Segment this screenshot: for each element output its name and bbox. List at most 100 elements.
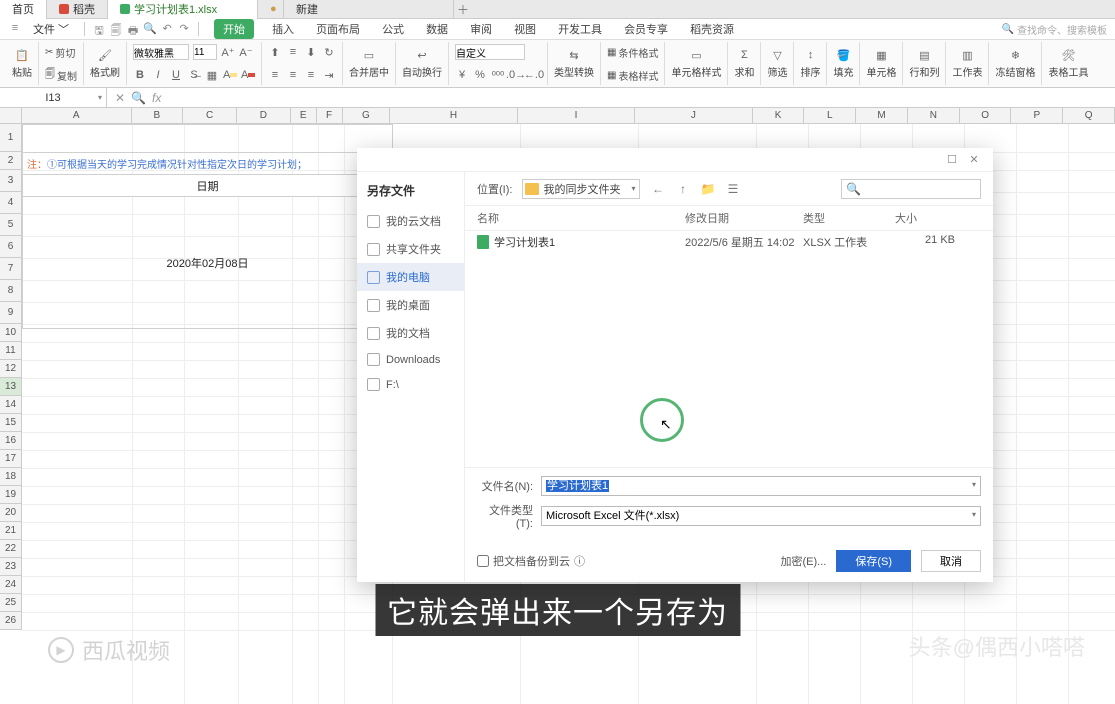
wrap-button[interactable]: ↩自动换行 [402,42,442,85]
fill-button[interactable]: 🪣填充 [833,42,853,85]
encrypt-link[interactable]: 加密(E)... [780,553,826,569]
row-header-26[interactable]: 26 [0,612,21,630]
tab-home[interactable]: 首页 [0,0,47,19]
dec-inc-icon[interactable]: .0→ [509,68,523,82]
merge-button[interactable]: ▭合并居中 [349,42,389,85]
number-format-select[interactable] [455,44,525,60]
col-header-I[interactable]: I [518,108,635,123]
filename-input[interactable]: 学习计划表1▾ [541,476,981,496]
ribbon-tab-dev[interactable]: 开发工具 [554,19,606,39]
ribbon-tab-view[interactable]: 视图 [510,19,540,39]
row-header-10[interactable]: 10 [0,324,21,342]
col-header-J[interactable]: J [635,108,752,123]
row-header-15[interactable]: 15 [0,414,21,432]
row-header-6[interactable]: 6 [0,236,21,258]
bold-button[interactable]: B [133,68,147,82]
ribbon-tab-data[interactable]: 数据 [422,19,452,39]
save-icon[interactable]: 🖫 [92,22,106,36]
ribbon-tab-resource[interactable]: 稻壳资源 [686,19,738,39]
rowcol-button[interactable]: ▤行和列 [909,42,939,85]
ribbon-tab-vip[interactable]: 会员专享 [620,19,672,39]
col-header-D[interactable]: D [237,108,291,123]
format-painter-button[interactable]: 🖌格式刷 [90,42,120,85]
row-header-23[interactable]: 23 [0,558,21,576]
col-header-A[interactable]: A [22,108,132,123]
sort-button[interactable]: ↕排序 [800,42,820,85]
row-header-17[interactable]: 17 [0,450,21,468]
ribbon-tab-start[interactable]: 开始 [214,19,254,39]
row-header-20[interactable]: 20 [0,504,21,522]
col-header-N[interactable]: N [908,108,960,123]
cut-button[interactable]: ✂ 剪切 [45,45,75,60]
col-header-C[interactable]: C [183,108,237,123]
paste-button[interactable]: 📋粘贴 [12,42,32,85]
strike-button[interactable]: S̶ [187,68,201,82]
ribbon-tab-review[interactable]: 审阅 [466,19,496,39]
col-header-L[interactable]: L [804,108,856,123]
percent-icon[interactable]: % [473,68,487,82]
ribbon-tab-formula[interactable]: 公式 [378,19,408,39]
col-header-M[interactable]: M [856,108,908,123]
tools-button[interactable]: 🛠表格工具 [1048,42,1088,85]
cell-style-button[interactable]: ▦ 表格样式 [607,68,658,83]
worksheet-button[interactable]: ▥工作表 [952,42,982,85]
row-header-3[interactable]: 3 [0,170,21,192]
cell-button[interactable]: ▦单元格 [866,42,896,85]
underline-button[interactable]: U [169,68,183,82]
copy-button[interactable]: 🗐 复制 [45,67,77,84]
col-size[interactable]: 大小 [895,210,955,226]
row-header-18[interactable]: 18 [0,468,21,486]
font-name-select[interactable] [133,44,189,60]
column-headers[interactable]: ABCDEFGHIJKLMNOPQ [22,108,1115,124]
align-center-icon[interactable]: ≡ [286,68,300,82]
redo-icon[interactable]: ↷ [177,22,191,36]
undo-icon[interactable]: ↶ [160,22,174,36]
file-list-header[interactable]: 名称 修改日期 类型 大小 [465,206,993,231]
tab-add-icon[interactable]: ＋ [454,1,472,18]
side-share[interactable]: 共享文件夹 [357,235,464,263]
fill-color-button[interactable]: A [223,68,237,82]
file-menu[interactable]: 文件 ﹀ [25,20,77,38]
row-header-21[interactable]: 21 [0,522,21,540]
print-preview-icon[interactable]: 🔍 [143,22,157,36]
row-header-8[interactable]: 8 [0,280,21,302]
align-left-icon[interactable]: ≡ [268,68,282,82]
row-header-5[interactable]: 5 [0,214,21,236]
menu-icon[interactable]: ≡ [8,22,22,36]
side-drive[interactable]: F:\ [357,372,464,397]
row-header-2[interactable]: 2 [0,152,21,170]
col-header-K[interactable]: K [753,108,805,123]
dec-dec-icon[interactable]: ←.0 [527,68,541,82]
indent-icon[interactable]: ⇥ [322,68,336,82]
comma-icon[interactable]: ᵒᵒᵒ [491,68,505,82]
cloud-backup-checkbox[interactable]: 把文档备份到云 ⓘ [477,553,585,569]
col-header-O[interactable]: O [960,108,1012,123]
save-as-icon[interactable]: 🗐 [109,22,123,36]
side-docs[interactable]: 我的文档 [357,319,464,347]
dialog-titlebar[interactable]: ☐ ✕ [357,148,993,172]
col-header-G[interactable]: G [343,108,391,123]
print-icon[interactable]: 🖶 [126,22,140,36]
side-cloud[interactable]: 我的云文档 [357,207,464,235]
row-headers[interactable]: 1234567891011121314151617181920212223242… [0,124,22,630]
col-name[interactable]: 名称 [477,210,685,226]
cond-fmt-button[interactable]: ▦ 条件格式 [607,45,658,60]
cell-format-button[interactable]: ▭单元格样式 [671,42,721,85]
font-size-select[interactable] [193,44,217,60]
side-downloads[interactable]: Downloads [357,347,464,372]
row-header-19[interactable]: 19 [0,486,21,504]
italic-button[interactable]: I [151,68,165,82]
row-header-1[interactable]: 1 [0,124,21,152]
fx-icon[interactable]: fx [152,91,161,105]
side-computer[interactable]: 我的电脑 [357,263,464,291]
row-header-16[interactable]: 16 [0,432,21,450]
back-icon[interactable]: ← [650,182,665,196]
row-header-22[interactable]: 22 [0,540,21,558]
cancel-fx-icon[interactable]: ✕ [115,91,125,105]
row-header-11[interactable]: 11 [0,342,21,360]
col-header-B[interactable]: B [132,108,184,123]
filetype-select[interactable]: Microsoft Excel 文件(*.xlsx)▾ [541,506,981,526]
col-mtime[interactable]: 修改日期 [685,210,803,226]
checkbox-icon[interactable] [477,555,489,567]
side-desktop[interactable]: 我的桌面 [357,291,464,319]
